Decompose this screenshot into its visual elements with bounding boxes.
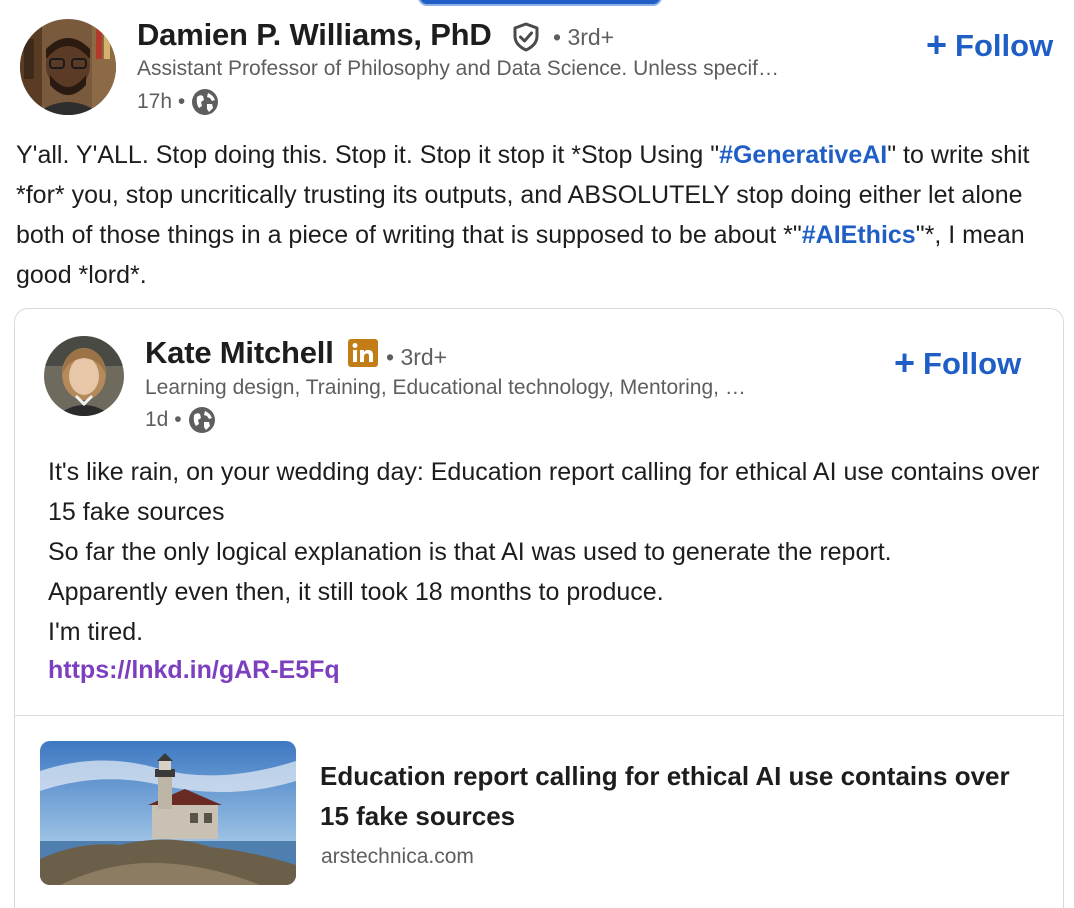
linkedin-in-icon xyxy=(348,339,378,367)
quoted-post-link[interactable]: https://lnkd.in/gAR-E5Fq xyxy=(48,656,340,685)
author-name[interactable]: Damien P. Williams, PhD xyxy=(137,17,492,53)
follow-quoted-author-button[interactable]: + Follow xyxy=(894,341,1022,383)
quoted-author-avatar[interactable] xyxy=(44,336,124,416)
article-thumbnail[interactable] xyxy=(40,741,296,885)
post-text-part-1: Y'all. Y'ALL. Stop doing this. Stop it. … xyxy=(16,141,720,169)
globe-icon xyxy=(188,406,216,434)
quoted-line-2: So far the only logical explanation is t… xyxy=(48,538,892,566)
post-text: Y'all. Y'ALL. Stop doing this. Stop it. … xyxy=(16,135,1066,295)
author-avatar[interactable] xyxy=(20,19,116,115)
hashtag-aiethics[interactable]: #AIEthics xyxy=(802,221,916,249)
follow-author-label: Follow xyxy=(955,28,1054,63)
plus-icon: + xyxy=(894,341,916,383)
quoted-line-4: I'm tired. xyxy=(48,618,144,646)
quoted-post-text: It's like rain, on your wedding day: Edu… xyxy=(48,452,1048,652)
quoted-time-text: 1d • xyxy=(145,408,182,431)
quoted-author-name[interactable]: Kate Mitchell xyxy=(145,335,334,371)
author-headline: Assistant Professor of Philosophy and Da… xyxy=(137,57,779,80)
quoted-author-degree: • 3rd+ xyxy=(386,344,448,370)
quoted-line-1: It's like rain, on your wedding day: Edu… xyxy=(48,458,1040,526)
plus-icon: + xyxy=(926,23,948,65)
quoted-line-3: Apparently even then, it still took 18 m… xyxy=(48,578,664,606)
article-title[interactable]: Education report calling for ethical AI … xyxy=(320,756,1040,836)
follow-quoted-author-label: Follow xyxy=(923,346,1022,381)
post-time-text: 17h • xyxy=(137,90,186,113)
article-source: arstechnica.com xyxy=(321,845,474,868)
globe-icon xyxy=(191,88,219,116)
follow-author-button[interactable]: + Follow xyxy=(926,23,1054,65)
author-post-time: 17h • xyxy=(137,88,219,116)
author-degree: • 3rd+ xyxy=(553,24,615,50)
verified-shield-icon xyxy=(510,21,542,53)
hashtag-generativeai[interactable]: #GenerativeAI xyxy=(719,141,887,169)
quoted-post-time: 1d • xyxy=(145,406,216,434)
feed-post: Damien P. Williams, PhD • 3rd+ Assistant… xyxy=(0,0,1074,908)
card-divider xyxy=(14,715,1064,716)
quoted-author-headline: Learning design, Training, Educational t… xyxy=(145,376,746,399)
